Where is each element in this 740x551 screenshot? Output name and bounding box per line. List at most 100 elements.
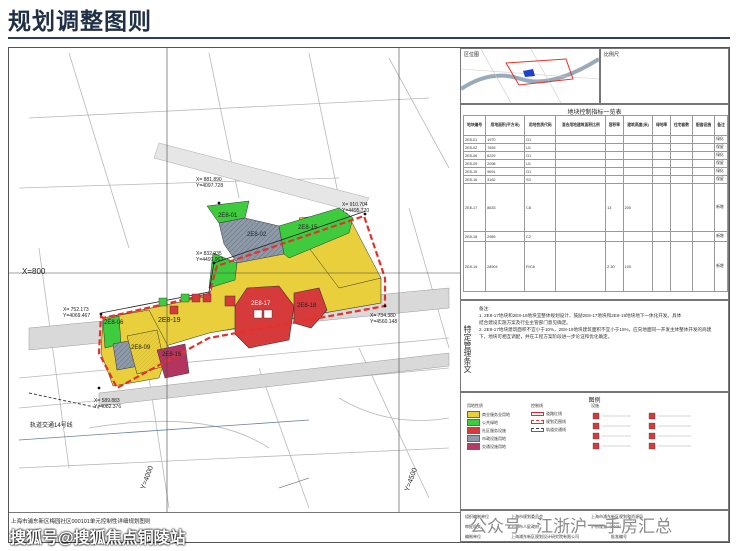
table-cell: 2E8-02 (462, 143, 487, 152)
rail-line-label: 轨道交通14号线 (30, 423, 73, 429)
legend-swatch-road-redline (531, 412, 544, 416)
col-green: 绿地率 (652, 115, 671, 136)
table-cell: G1 (524, 151, 557, 160)
legend-item-municipal: 市政设施用地 (467, 435, 506, 442)
special-notes-box: 特定管理条文 备注: 1. 2E8-17地块和2E8-19地块宜整体规划设计，鼓… (460, 300, 729, 392)
page-title: 规划调整图则 (8, 8, 152, 34)
table-cell (605, 167, 624, 176)
scale-box: 比例尺 (600, 48, 729, 104)
table-cell (669, 241, 693, 292)
legend-item-rail: 轨道交通线 (531, 427, 566, 433)
legend-item-road-redline: 道路红线 (531, 411, 562, 417)
col-area: 用地面积(平方米) (485, 115, 526, 136)
table-cell (622, 231, 654, 242)
legend-swatch-plan-boundary (531, 420, 544, 424)
scale-label: 比例尺 (604, 52, 620, 58)
parcel-label-2e8-16: 2E8-16 (162, 352, 182, 358)
table-cell: 8633 (485, 183, 526, 232)
legend-item-transport: 交通设施用地 (467, 443, 506, 450)
table-cell (691, 143, 716, 152)
table-cell: 2E8-01 (462, 135, 487, 144)
legend-label-community: 社区服务设施 (482, 427, 506, 433)
table-cell: 3162 (485, 175, 526, 184)
coord-3-y: Y=4491.963 (196, 257, 224, 263)
table-row: 2E8-19 28904 R/C8 2.30 100 新增 (462, 241, 728, 292)
table-cell: 绿化 (714, 167, 728, 176)
table-cell: 9691 (485, 167, 526, 176)
zoning-map (9, 48, 460, 512)
table-cell (691, 151, 716, 160)
table-cell: 保留 (714, 159, 728, 168)
legend-swatch-community (467, 427, 480, 434)
table-cell: 13 (605, 183, 624, 232)
table-cell (691, 241, 716, 292)
table-cell (652, 241, 671, 292)
table-cell (669, 183, 693, 232)
table-cell (691, 231, 716, 242)
bike-icon (158, 297, 168, 307)
legend-label-plan-boundary: 规划范围线 (546, 419, 566, 424)
table-cell: 2E8-16 (462, 175, 487, 184)
table-cell (622, 151, 654, 160)
legend-box: 图例 用地性质 控制线 设施 商业服务业用地 公共绿地 社区服务设施 市政设施用… (460, 392, 729, 510)
table-cell (669, 175, 693, 184)
legend-label-road-redline: 道路红线 (546, 411, 562, 416)
table-cell: 6229 (485, 151, 526, 160)
table-cell (605, 231, 624, 242)
table-cell (691, 175, 716, 184)
table-cell: 2.30 (605, 241, 624, 292)
col-parcel-id: 地块编号 (462, 115, 487, 136)
table-cell: C2 (524, 231, 557, 242)
note-line-1: 1. 2E8-17地块和2E8-19地块宜整体规划设计，鼓励2E8-17地块和2… (479, 313, 682, 318)
table-cell (652, 167, 671, 176)
table-cell: 保留 (714, 143, 728, 152)
col-height: 建筑高度(米) (622, 115, 654, 136)
legend-swatch-commercial (467, 411, 480, 418)
note-line-2: 结合建设实施方案及行业主管部门意见确定。 (479, 320, 571, 325)
legend-group-land-use: 用地性质 (467, 403, 483, 408)
table-cell: 28904 (485, 241, 526, 292)
watermark-left: 搜狐号@搜狐焦点铜陵站 (10, 530, 186, 547)
coord-5-y: Y=4560.148 (370, 319, 398, 325)
parcel-label-2e8-19: 2E8-19 (158, 317, 181, 324)
table-cell (652, 143, 671, 152)
location-map-label: 区位图 (464, 52, 480, 58)
table-cell: U1 (524, 143, 557, 152)
coord-6-y: Y=4082.376 (94, 404, 122, 410)
table-cell (669, 135, 693, 144)
note-line-3: 2. 2E8-17地块建筑面积不宜小于10%，2E8-19地块建筑面积不宜小于1… (479, 327, 712, 332)
parcel-label-2e8-06: 2E8-06 (104, 320, 124, 326)
table-row: 2E8-02 7693 U1 保留 (462, 143, 728, 152)
table-cell (669, 167, 693, 176)
parcel-label-2e8-01: 2E8-01 (218, 213, 238, 219)
table-cell (622, 159, 654, 168)
table-cell: 2E8-17 (462, 183, 487, 232)
legend-label-commercial: 商业服务业用地 (482, 411, 510, 417)
coord-2-y: Y=4495.770 (342, 208, 370, 214)
table-cell (691, 167, 716, 176)
table-cell (555, 143, 607, 152)
location-map-box: 区位图 (459, 48, 601, 104)
table-cell (691, 159, 716, 168)
table-cell (652, 175, 671, 184)
table-cell (669, 231, 693, 242)
table-row: 2E8-17 8633 C8 13 200 新增 (462, 183, 728, 232)
table-cell: 100 (622, 241, 654, 292)
table-cell (555, 231, 607, 242)
title-rule (8, 37, 730, 39)
table-cell (605, 159, 624, 168)
table-cell: 绿化 (714, 135, 728, 144)
parcel-label-2e8-02: 2E8-02 (247, 232, 267, 238)
legend-facility-symbols (592, 412, 691, 450)
special-notes-side-title: 特定管理条文 (463, 325, 472, 373)
table-cell (652, 183, 671, 232)
table-cell: 新增 (714, 241, 728, 292)
col-far: 容积率 (605, 115, 624, 136)
table-cell: R/C8 (524, 241, 557, 292)
table-cell: G1 (524, 167, 557, 176)
table-row: 2E8-15 9691 G1 绿化 (462, 167, 728, 176)
table-cell: 2E8-19 (462, 241, 487, 292)
table-cell: C8 (524, 183, 557, 232)
table-cell (622, 175, 654, 184)
info-panel: 区位图 比例尺 地块控制指标一览表 地块编号 用地面积(平方米) 用地性质代码 … (459, 48, 729, 542)
